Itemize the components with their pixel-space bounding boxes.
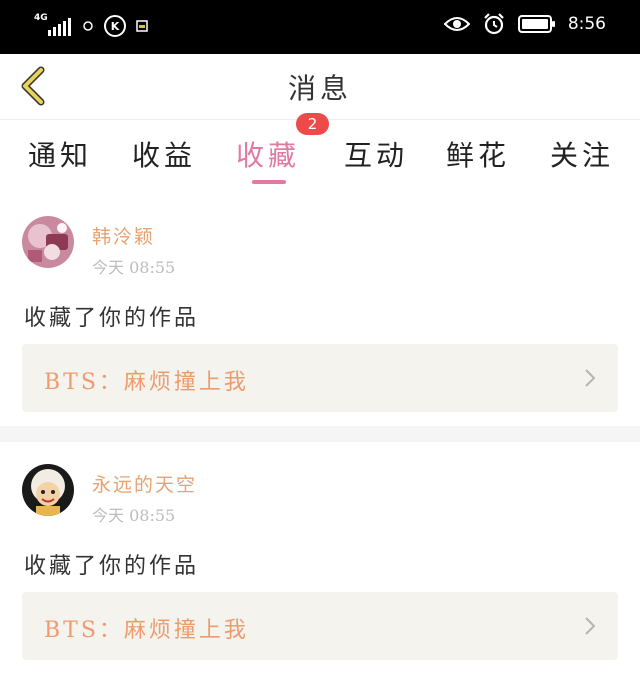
data-usage-icon bbox=[83, 21, 93, 31]
app-header: 消息 bbox=[0, 54, 640, 120]
network-type-label: 4G bbox=[34, 13, 48, 23]
back-button[interactable] bbox=[10, 64, 54, 108]
tab-favorites[interactable]: 收藏 bbox=[236, 134, 300, 178]
tab-notices[interactable]: 通知 bbox=[28, 134, 92, 178]
work-link[interactable]: BTS：麻烦撞上我 bbox=[22, 344, 618, 412]
chevron-right-icon bbox=[585, 617, 596, 635]
status-bar: 4G K 8:56 bbox=[0, 0, 640, 54]
action-text: 收藏了你的作品 bbox=[24, 554, 200, 579]
k-app-icon: K bbox=[104, 15, 126, 37]
notification-app-icon bbox=[136, 20, 148, 32]
tab-following[interactable]: 关注 bbox=[550, 134, 614, 178]
username[interactable]: 永远的天空 bbox=[92, 470, 197, 497]
username[interactable]: 韩泠颖 bbox=[92, 222, 155, 249]
page-title: 消息 bbox=[287, 72, 352, 105]
avatar[interactable] bbox=[22, 464, 74, 516]
tab-earnings[interactable]: 收益 bbox=[132, 134, 196, 178]
eye-comfort-icon bbox=[443, 17, 470, 31]
work-title: BTS：麻烦撞上我 bbox=[44, 370, 249, 395]
avatar-image-icon bbox=[22, 216, 74, 268]
avatar[interactable] bbox=[22, 216, 74, 268]
notification-item: 永远的天空 今天 08:55 收藏了你的作品 BTS：麻烦撞上我 bbox=[0, 442, 640, 682]
work-link[interactable]: BTS：麻烦撞上我 bbox=[22, 592, 618, 660]
tab-flowers[interactable]: 鲜花 bbox=[446, 134, 510, 178]
status-clock: 8:56 bbox=[567, 14, 606, 34]
work-title: BTS：麻烦撞上我 bbox=[44, 618, 249, 643]
chevron-right-icon bbox=[585, 369, 596, 387]
avatar-image-icon bbox=[22, 464, 74, 516]
battery-icon bbox=[517, 15, 555, 33]
section-divider bbox=[0, 426, 640, 442]
signal-indicator: 4G bbox=[34, 14, 72, 38]
status-left: 4G K bbox=[34, 14, 148, 38]
alarm-icon bbox=[484, 13, 504, 35]
status-right: 8:56 bbox=[443, 12, 606, 36]
action-text: 收藏了你的作品 bbox=[24, 306, 200, 331]
timestamp: 今天 08:55 bbox=[92, 506, 176, 525]
active-tab-indicator bbox=[252, 180, 286, 184]
unread-badge: 2 bbox=[296, 113, 329, 135]
tab-interactions[interactable]: 互动 bbox=[344, 134, 408, 178]
notification-item: 韩泠颖 今天 08:55 收藏了你的作品 BTS：麻烦撞上我 bbox=[0, 198, 640, 424]
signal-bars-icon bbox=[48, 18, 71, 36]
chevron-left-icon bbox=[21, 66, 45, 106]
timestamp: 今天 08:55 bbox=[92, 258, 176, 277]
